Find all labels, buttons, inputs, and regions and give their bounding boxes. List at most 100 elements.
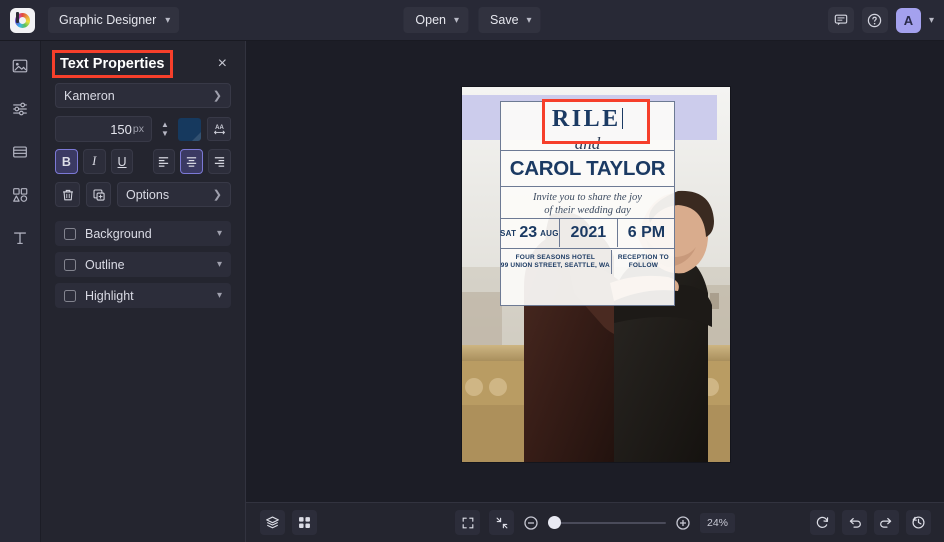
divider-line (500, 186, 675, 187)
invite-text[interactable]: Invite you to share the joy of their wed… (500, 191, 675, 217)
font-size-row: 150 px ▲ ▼ AA (41, 116, 245, 142)
chevron-right-icon: ❯ (212, 90, 222, 102)
rail-item-adjustments[interactable] (7, 96, 33, 122)
rail-item-shapes[interactable] (7, 182, 33, 208)
font-size-stepper[interactable]: ▲ ▼ (158, 116, 172, 142)
font-family-row: Kameron ❯ (41, 83, 245, 108)
save-button[interactable]: Save ▾ (478, 7, 541, 33)
align-right-icon (214, 157, 225, 167)
zoom-slider[interactable] (547, 516, 666, 530)
chevron-down-icon[interactable]: ▼ (161, 130, 169, 138)
year-cell[interactable]: 2021 (558, 219, 617, 247)
canvas-workspace[interactable]: RILE and CAROL TAYLOR Invite you to shar… (246, 41, 944, 502)
year-label: 2021 (570, 224, 607, 241)
underline-label: U (117, 154, 127, 169)
bold-button[interactable]: B (55, 149, 78, 174)
reception-cell[interactable]: RECEPTION TO FOLLOW (610, 250, 675, 274)
date-cell[interactable]: SAT 23 AUG (500, 219, 559, 247)
align-left-button[interactable] (152, 149, 176, 174)
rail-item-layout[interactable] (7, 139, 33, 165)
letter-spacing-button[interactable]: AA (207, 117, 231, 141)
underline-button[interactable]: U (110, 149, 134, 174)
day-number: 23 (519, 224, 538, 241)
help-button[interactable] (861, 7, 888, 33)
month-label: AUG (540, 228, 559, 238)
bottom-left-tools (260, 510, 317, 535)
outline-checkbox[interactable] (64, 258, 76, 271)
zoom-level-value[interactable]: 24% (699, 512, 736, 533)
shrink-button[interactable] (488, 510, 514, 535)
save-label: Save (490, 13, 519, 27)
day-label: SAT (500, 228, 517, 238)
history-button[interactable] (906, 510, 931, 535)
layout-icon (13, 146, 27, 158)
zoom-slider-knob[interactable] (547, 516, 561, 529)
open-label: Open (415, 13, 447, 27)
align-left-icon (159, 157, 169, 167)
chevron-right-icon: ❯ (212, 189, 222, 201)
venue-cell[interactable]: FOUR SEASONS HOTEL 99 UNION STREET, SEAT… (500, 250, 611, 274)
outline-label: Outline (85, 257, 125, 272)
chevron-down-icon: ▾ (454, 14, 460, 26)
trash-icon (62, 189, 73, 200)
account-chevron-down-icon[interactable]: ▾ (929, 15, 934, 26)
section-outline[interactable]: Outline ▾ (55, 252, 231, 277)
shapes-icon (13, 188, 28, 202)
highlight-label: Highlight (85, 288, 134, 303)
layers-button[interactable] (260, 510, 285, 535)
selected-text-highlight-box (542, 99, 650, 144)
panel-header: Text Properties × (41, 41, 245, 83)
tool-rail (0, 41, 41, 542)
delete-button[interactable] (55, 182, 80, 207)
section-highlight[interactable]: Highlight ▾ (55, 283, 231, 308)
rail-item-image[interactable] (7, 53, 33, 79)
rail-item-text[interactable] (7, 225, 33, 251)
chevron-down-icon[interactable]: ▾ (217, 259, 222, 270)
user-avatar[interactable]: A (895, 7, 921, 33)
venue-line-1: FOUR SEASONS HOTEL (515, 253, 596, 261)
grid-button[interactable] (292, 510, 317, 535)
zoom-slider-track (547, 521, 666, 524)
text-color-swatch[interactable] (178, 117, 201, 141)
zoom-out-button[interactable] (523, 515, 539, 531)
align-right-button[interactable] (208, 149, 232, 174)
history-controls (810, 510, 931, 535)
document-type-menu[interactable]: Graphic Designer ▾ (48, 7, 180, 33)
open-button[interactable]: Open ▾ (403, 7, 469, 33)
reset-button[interactable] (810, 510, 835, 535)
highlight-checkbox[interactable] (64, 289, 76, 302)
background-label: Background (85, 226, 152, 241)
chevron-down-icon[interactable]: ▾ (217, 228, 222, 239)
options-label: Options (126, 187, 170, 202)
reception-line-2: FOLLOW (628, 262, 659, 269)
italic-button[interactable]: I (82, 149, 106, 174)
brand-logo-icon[interactable] (10, 7, 35, 33)
help-circle-icon (868, 13, 882, 27)
document-type-label: Graphic Designer (59, 13, 157, 27)
font-family-select[interactable]: Kameron ❯ (55, 83, 231, 108)
font-size-input[interactable]: 150 px (55, 116, 152, 142)
feedback-button[interactable] (827, 7, 854, 33)
chevron-up-icon[interactable]: ▲ (161, 121, 169, 129)
svg-text:AA: AA (215, 125, 224, 131)
layers-icon (266, 516, 279, 529)
align-center-button[interactable] (180, 149, 204, 174)
background-checkbox[interactable] (64, 227, 76, 240)
chevron-down-icon[interactable]: ▾ (217, 290, 222, 301)
undo-button[interactable] (842, 510, 867, 535)
duplicate-button[interactable] (86, 182, 111, 207)
options-button[interactable]: Options ❯ (117, 182, 231, 207)
groom-name-text[interactable]: CAROL TAYLOR (500, 157, 675, 181)
time-cell[interactable]: 6 PM (616, 219, 675, 247)
section-background[interactable]: Background ▾ (55, 221, 231, 246)
close-icon[interactable]: × (214, 54, 231, 74)
chevron-down-icon: ▾ (526, 14, 532, 26)
date-row: SAT 23 AUG 2021 6 PM (500, 219, 675, 247)
zoom-controls: 24% (454, 510, 736, 535)
fit-screen-button[interactable] (454, 510, 480, 535)
zoom-in-button[interactable] (675, 515, 691, 531)
redo-button[interactable] (874, 510, 899, 535)
shrink-icon (496, 517, 507, 528)
design-canvas[interactable]: RILE and CAROL TAYLOR Invite you to shar… (462, 87, 730, 462)
zoom-out-icon (524, 515, 538, 530)
